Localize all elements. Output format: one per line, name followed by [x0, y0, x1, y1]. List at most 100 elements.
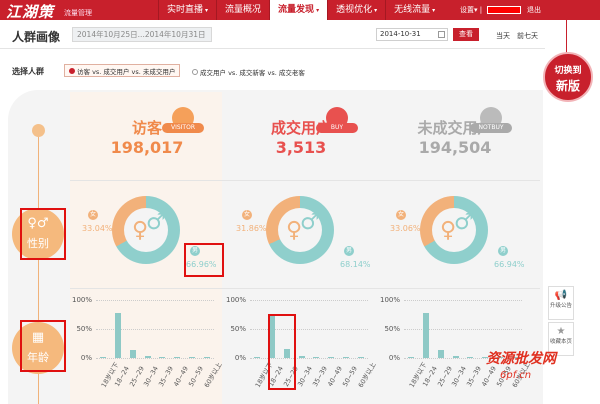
age-bar: [342, 357, 349, 358]
age-gridline: [404, 300, 522, 301]
female-marker: 女: [242, 210, 252, 220]
age-gridline: [96, 329, 214, 330]
nav-item-label: 无线流量: [394, 5, 431, 15]
main-nav: 实时直播 ▾ 流量概况 流量发现 ▾ 透视优化 ▾ 无线流量 ▾: [158, 0, 443, 20]
nav-item[interactable]: 透视优化 ▾: [327, 0, 385, 20]
female-percent: 31.86%: [236, 224, 267, 233]
chevron-down-icon: ▾: [432, 7, 436, 14]
age-bar: [328, 357, 335, 358]
radio-label: 访客 vs. 成交用户 vs. 未成交用户: [77, 67, 176, 76]
female-percent: 33.06%: [390, 224, 421, 233]
male-symbol-icon: ♂: [454, 210, 474, 235]
nav-item-label: 实时直播: [167, 5, 204, 15]
age-bar: [452, 356, 459, 358]
nav-item[interactable]: 流量概况: [216, 0, 269, 20]
column-title-text: 访客: [131, 119, 162, 137]
badge-hanger: [566, 20, 567, 53]
date-value: 2014-10-31: [380, 30, 421, 38]
nav-item-label: 流量发现: [278, 5, 315, 15]
side-label: 收藏本页: [549, 339, 572, 345]
chevron-down-icon: ▾: [316, 7, 320, 14]
male-percent: 68.14%: [340, 260, 371, 269]
filter-label: 选择人群: [12, 67, 44, 76]
audience-filter: 选择人群 访客 vs. 成交用户 vs. 未成交用户 成交用户 vs. 成交新客…: [0, 60, 540, 82]
age-bar: [467, 357, 474, 358]
app-logo[interactable]: 江湖策: [6, 1, 54, 22]
age-bar: [298, 356, 305, 358]
last-7-days-link[interactable]: 前七天: [517, 31, 538, 41]
column-tag: VISITOR: [162, 123, 204, 133]
age-bar: [203, 357, 210, 358]
column-count: 198,017: [110, 138, 184, 157]
nav-item-label: 透视优化: [336, 5, 373, 15]
age-bar: [437, 349, 444, 358]
age-axis-tick: 50%: [76, 325, 92, 333]
radio-option-buy-new-old[interactable]: 成交用户 vs. 成交新客 vs. 成交老客: [192, 67, 305, 77]
page-header: 人群画像 2014年10月25日...2014年10月31日 2014-10-3…: [0, 21, 545, 49]
query-button[interactable]: 查看: [453, 28, 479, 41]
date-range-display[interactable]: 2014年10月25日...2014年10月31日: [72, 27, 212, 42]
age-bar: [115, 313, 122, 358]
watermark-url: 6pf.cn: [500, 370, 532, 381]
nav-item[interactable]: 实时直播 ▾: [158, 0, 216, 20]
timeline-dot: [32, 124, 45, 137]
highlight-box-age-bar: [268, 314, 296, 390]
calendar-icon[interactable]: [438, 31, 445, 38]
age-bar: [100, 357, 107, 358]
age-bar: [159, 357, 166, 358]
logout-link[interactable]: 退出: [527, 0, 541, 20]
star-icon: ★: [556, 326, 566, 337]
male-symbol-icon: ♂: [146, 210, 166, 235]
age-bar: [129, 349, 136, 358]
page-root: 江湖策 流量管理 实时直播 ▾ 流量概况 流量发现 ▾ 透视优化 ▾ 无线流量 ▾ 设置▾ | …: [0, 0, 600, 404]
male-percent: 66.94%: [494, 260, 525, 269]
age-bar: [144, 356, 151, 358]
switch-version-badge[interactable]: 切换到 新版: [543, 52, 593, 102]
nav-item[interactable]: 无线流量 ▾: [385, 0, 443, 20]
top-navbar: 江湖策 流量管理 实时直播 ▾ 流量概况 流量发现 ▾ 透视优化 ▾ 无线流量 ▾ 设置▾ | …: [0, 0, 600, 22]
age-bar: [174, 357, 181, 358]
age-bar: [423, 313, 430, 358]
badge-line2: 新版: [555, 79, 580, 93]
radio-unselected-icon[interactable]: [192, 69, 198, 75]
column-tag: NOTBUY: [470, 123, 512, 133]
upgrade-notice-button[interactable]: 📢 升级公告: [548, 286, 574, 320]
radio-selected-icon[interactable]: [69, 67, 75, 74]
highlight-box-gender: [20, 208, 66, 260]
female-marker: 女: [396, 210, 406, 220]
age-gridline: [250, 300, 368, 301]
age-bar: [188, 357, 195, 358]
page-title: 人群画像: [12, 30, 61, 44]
row-separator: [70, 288, 540, 289]
highlight-box-age: [20, 320, 66, 372]
age-gridline: [404, 329, 522, 330]
male-marker: 男: [498, 246, 508, 256]
male-symbol-icon: ♂: [300, 210, 320, 235]
age-axis-tick: 50%: [384, 325, 400, 333]
age-gridline: [96, 300, 214, 301]
row-separator: [70, 180, 540, 181]
age-axis-tick: 100%: [379, 296, 400, 304]
settings-menu[interactable]: 设置▾ |: [460, 0, 482, 20]
today-link[interactable]: 当天: [496, 31, 510, 41]
age-bar: [408, 357, 415, 358]
nav-item[interactable]: 流量发现 ▾: [269, 0, 328, 20]
age-axis-tick: 50%: [230, 325, 246, 333]
app-logo-subtitle: 流量管理: [64, 9, 92, 17]
age-axis-tick: 0%: [234, 354, 246, 362]
radio-label: 成交用户 vs. 成交新客 vs. 成交老客: [200, 69, 305, 77]
age-bar: [254, 357, 261, 358]
highlight-box-male-pct: [184, 243, 224, 277]
radio-option-visitor-buy-notbuy[interactable]: 访客 vs. 成交用户 vs. 未成交用户: [64, 64, 181, 77]
column-tag: BUY: [316, 123, 358, 133]
age-axis-tick: 0%: [388, 354, 400, 362]
female-percent: 33.04%: [82, 224, 113, 233]
redacted-username: [487, 6, 521, 14]
female-marker: 女: [88, 210, 98, 220]
column-count: 194,504: [418, 138, 492, 157]
age-axis-tick: 0%: [80, 354, 92, 362]
age-bar: [313, 356, 320, 358]
date-picker-input[interactable]: 2014-10-31: [376, 28, 448, 41]
side-label: 升级公告: [549, 303, 572, 309]
age-bar: [357, 357, 364, 358]
